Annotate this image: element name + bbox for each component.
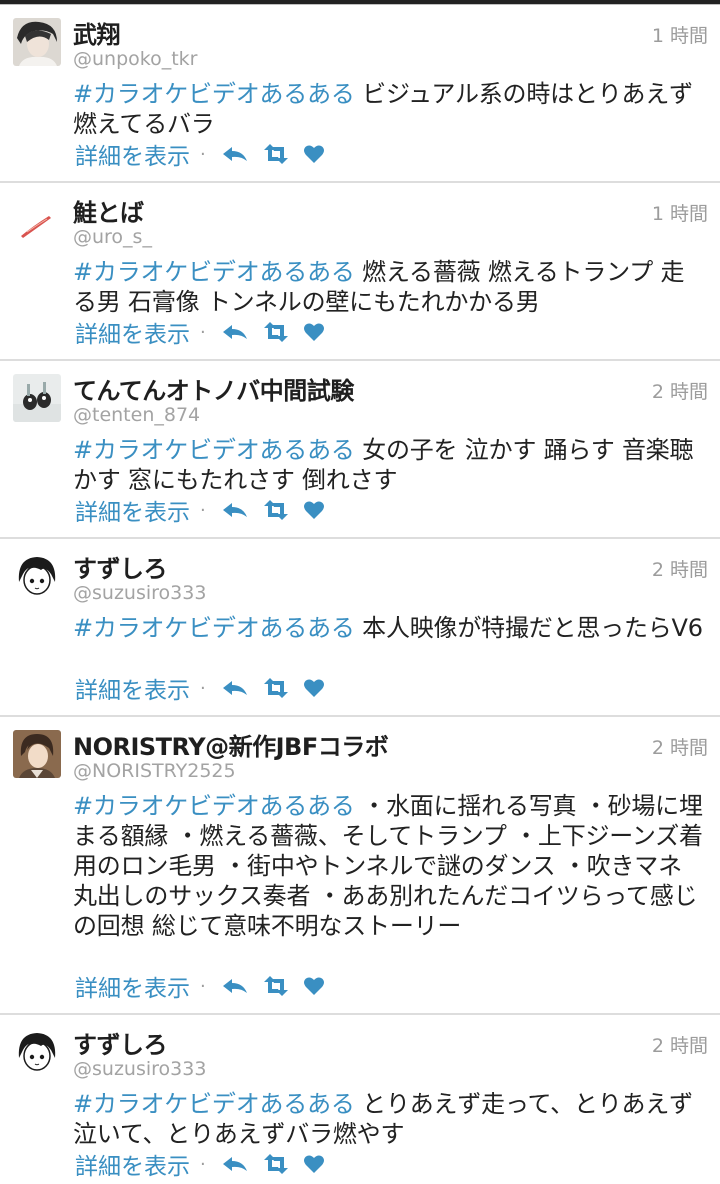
user-handle[interactable]: @unpoko_tkr (73, 48, 197, 70)
hashtag-link[interactable]: #カラオケビデオあるある (73, 614, 355, 642)
avatar[interactable] (13, 18, 61, 66)
reply-icon[interactable] (222, 679, 248, 697)
favorite-icon[interactable] (303, 977, 324, 995)
favorite-icon[interactable] (303, 323, 324, 341)
favorite-icon[interactable] (303, 501, 324, 519)
favorite-icon[interactable] (303, 679, 324, 697)
user-name[interactable]: NORISTRY@新作JBFコラボ (73, 727, 389, 762)
tweet-actions: 詳細を表示 · (75, 315, 338, 349)
user-handle[interactable]: @suzusiro333 (73, 1058, 206, 1080)
user-name[interactable]: すずしろ (73, 1025, 168, 1060)
hashtag-link[interactable]: #カラオケビデオあるある (73, 436, 355, 464)
timestamp: 1 時間 (651, 25, 708, 47)
hashtag-link[interactable]: #カラオケビデオあるある (73, 80, 355, 108)
reply-icon[interactable] (222, 323, 248, 341)
hashtag-link[interactable]: #カラオケビデオあるある (73, 792, 355, 820)
tweet-item[interactable]: 武翔 @unpoko_tkr 1 時間 #カラオケビデオあるある ビジュアル系の… (0, 5, 720, 183)
retweet-icon[interactable] (262, 322, 290, 342)
tweet-text: #カラオケビデオあるある 燃える薔薇 燃えるトランプ 走る男 石膏像 トンネルの… (73, 257, 705, 317)
separator-dot: · (200, 321, 206, 343)
avatar[interactable] (13, 1028, 61, 1076)
tweet-item[interactable]: 鮭とば @uro_s_ 1 時間 #カラオケビデオあるある 燃える薔薇 燃えるト… (0, 183, 720, 361)
user-handle[interactable]: @suzusiro333 (73, 582, 206, 604)
separator-dot: · (200, 1153, 206, 1175)
retweet-icon[interactable] (262, 976, 290, 996)
separator-dot: · (200, 975, 206, 997)
tweet-actions: 詳細を表示 · (75, 137, 338, 171)
tweet-text: #カラオケビデオあるある 本人映像が特撮だと思ったらV6 (73, 613, 705, 643)
view-details-link[interactable]: 詳細を表示 (75, 315, 190, 349)
tweet-text: #カラオケビデオあるある とりあえず走って、とりあえず泣いて、とりあえずバラ燃や… (73, 1089, 705, 1149)
avatar[interactable] (13, 730, 61, 778)
timestamp: 2 時間 (651, 381, 708, 403)
tweet-item[interactable]: てんてんオトノバ中間試験 @tenten_874 2 時間 #カラオケビデオある… (0, 361, 720, 539)
retweet-icon[interactable] (262, 144, 290, 164)
avatar[interactable] (13, 552, 61, 600)
timestamp: 1 時間 (651, 203, 708, 225)
tweet-actions: 詳細を表示 · (75, 969, 338, 1003)
timestamp: 2 時間 (651, 1035, 708, 1057)
reply-icon[interactable] (222, 501, 248, 519)
separator-dot: · (200, 677, 206, 699)
tweet-item[interactable]: すずしろ @suzusiro333 2 時間 #カラオケビデオあるある 本人映像… (0, 539, 720, 717)
view-details-link[interactable]: 詳細を表示 (75, 969, 190, 1003)
tweet-body: 本人映像が特撮だと思ったらV6 (354, 614, 703, 642)
separator-dot: · (200, 499, 206, 521)
avatar[interactable] (13, 196, 61, 244)
tweet-text: #カラオケビデオあるある 女の子を 泣かす 踊らす 音楽聴かす 窓にもたれさす … (73, 435, 705, 495)
user-handle[interactable]: @NORISTRY2525 (73, 760, 236, 782)
avatar[interactable] (13, 374, 61, 422)
retweet-icon[interactable] (262, 678, 290, 698)
tweet-item[interactable]: NORISTRY@新作JBFコラボ @NORISTRY2525 2 時間 #カラ… (0, 717, 720, 1015)
tweet-actions: 詳細を表示 · (75, 671, 338, 705)
user-name[interactable]: てんてんオトノバ中間試験 (73, 371, 354, 406)
reply-icon[interactable] (222, 977, 248, 995)
hashtag-link[interactable]: #カラオケビデオあるある (73, 1090, 355, 1118)
favorite-icon[interactable] (303, 145, 324, 163)
favorite-icon[interactable] (303, 1155, 324, 1173)
user-name[interactable]: 鮭とば (73, 193, 144, 228)
reply-icon[interactable] (222, 145, 248, 163)
tweet-item[interactable]: すずしろ @suzusiro333 2 時間 #カラオケビデオあるある とりあえ… (0, 1015, 720, 1184)
user-handle[interactable]: @uro_s_ (73, 226, 152, 248)
separator-dot: · (200, 143, 206, 165)
timestamp: 2 時間 (651, 737, 708, 759)
reply-icon[interactable] (222, 1155, 248, 1173)
retweet-icon[interactable] (262, 500, 290, 520)
timestamp: 2 時間 (651, 559, 708, 581)
user-name[interactable]: 武翔 (73, 15, 121, 50)
tweet-actions: 詳細を表示 · (75, 493, 338, 527)
tweet-text: #カラオケビデオあるある ビジュアル系の時はとりあえず燃えてるバラ (73, 79, 705, 139)
view-details-link[interactable]: 詳細を表示 (75, 493, 190, 527)
user-handle[interactable]: @tenten_874 (73, 404, 200, 426)
tweet-actions: 詳細を表示 · (75, 1147, 338, 1181)
tweet-text: #カラオケビデオあるある ・水面に揺れる写真 ・砂場に埋まる額縁 ・燃える薔薇、… (73, 791, 705, 941)
hashtag-link[interactable]: #カラオケビデオあるある (73, 258, 355, 286)
view-details-link[interactable]: 詳細を表示 (75, 137, 190, 171)
retweet-icon[interactable] (262, 1154, 290, 1174)
view-details-link[interactable]: 詳細を表示 (75, 1147, 190, 1181)
user-name[interactable]: すずしろ (73, 549, 168, 584)
view-details-link[interactable]: 詳細を表示 (75, 671, 190, 705)
